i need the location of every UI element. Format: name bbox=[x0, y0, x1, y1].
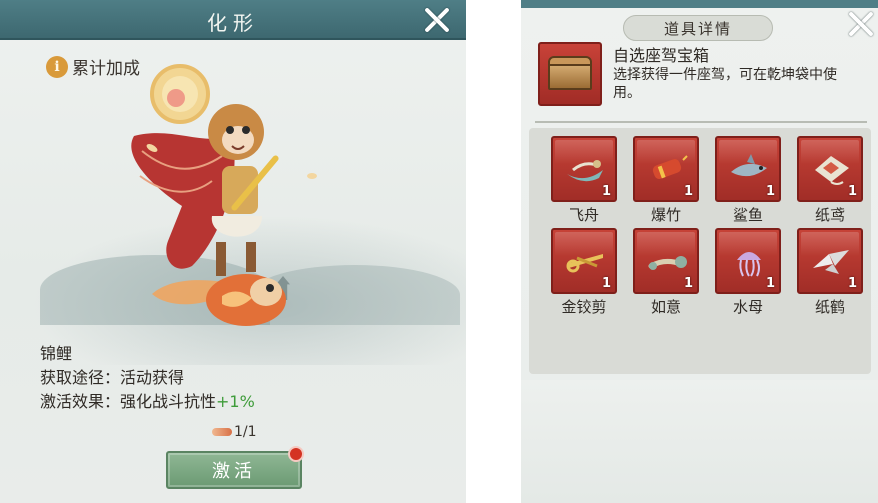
firecracker-icon bbox=[652, 155, 688, 179]
reward-option-label: 金铰剪 bbox=[561, 298, 607, 316]
reward-option-label: 爆竹 bbox=[650, 206, 681, 224]
item-quantity: 1 bbox=[847, 276, 857, 291]
item-quantity: 1 bbox=[683, 184, 693, 199]
monkey-king-on-koi-character bbox=[131, 64, 317, 326]
golden-scissors-icon bbox=[566, 254, 603, 273]
close-icon[interactable] bbox=[420, 4, 452, 36]
flying-boat-icon bbox=[567, 160, 603, 182]
reward-option-slot[interactable]: 1 爆竹 bbox=[625, 136, 707, 231]
panel-header: 化形 bbox=[0, 0, 466, 40]
panel-title: 化形 bbox=[207, 11, 259, 35]
item-quantity: 1 bbox=[847, 184, 857, 199]
close-icon[interactable] bbox=[844, 8, 876, 40]
reward-option-label: 水母 bbox=[732, 298, 763, 316]
kite-icon bbox=[815, 156, 849, 185]
fragment-count: 1/1 bbox=[212, 424, 257, 440]
reward-option-slot[interactable]: 1 飞舟 bbox=[543, 136, 625, 231]
reward-option-label: 飞舟 bbox=[568, 206, 599, 224]
reward-option-label: 如意 bbox=[650, 298, 681, 316]
treasure-chest-icon bbox=[538, 42, 602, 106]
divider bbox=[535, 121, 867, 123]
item-details-panel: 道具详情 自选座驾宝箱 选择获得一件座驾，可在乾坤袋中使用。 1 飞舟 1 爆竹… bbox=[521, 0, 878, 503]
item-name: 自选座驾宝箱 bbox=[613, 46, 710, 65]
reward-option-label: 鲨鱼 bbox=[732, 206, 763, 224]
reward-option-slot[interactable]: 1 水母 bbox=[707, 228, 789, 323]
reward-option-slot[interactable]: 1 如意 bbox=[625, 228, 707, 323]
activation-effect: 激活效果：强化战斗抗性+1% bbox=[40, 390, 255, 414]
shark-icon bbox=[731, 154, 767, 177]
panel-header-strip bbox=[521, 0, 878, 8]
reward-option-label: 纸鸢 bbox=[814, 206, 845, 224]
reward-option-slot[interactable]: 1 金铰剪 bbox=[543, 228, 625, 323]
transformation-panel: 化形 i 累计加成 锦鲤 获取途径：活动获得 激活效果：强化战斗抗性+1% 1/… bbox=[0, 0, 466, 503]
paper-crane-icon bbox=[813, 250, 849, 274]
acquisition-source: 获取途径：活动获得 bbox=[40, 368, 185, 387]
mount-name: 锦鲤 bbox=[40, 344, 73, 363]
item-details-title: 道具详情 bbox=[623, 15, 773, 41]
reward-option-slot[interactable]: 1 纸鸢 bbox=[789, 136, 871, 231]
panel-footer-background bbox=[521, 380, 878, 503]
item-description: 选择获得一件座驾，可在乾坤袋中使用。 bbox=[613, 67, 837, 101]
reward-options-grid: 1 飞舟 1 爆竹 1 鲨鱼 1 纸鸢 1 金铰剪 1 如意 1 水母 1 纸鹤 bbox=[529, 128, 871, 374]
reward-option-label: 纸鹤 bbox=[814, 298, 845, 316]
notification-dot bbox=[288, 446, 304, 462]
mount-info: 锦鲤 获取途径：活动获得 激活效果：强化战斗抗性+1% bbox=[40, 342, 255, 414]
activate-button[interactable]: 激活 bbox=[166, 451, 302, 489]
reward-option-slot[interactable]: 1 纸鹤 bbox=[789, 228, 871, 323]
item-quantity: 1 bbox=[683, 276, 693, 291]
koi-fragment-icon bbox=[212, 428, 232, 436]
info-icon: i bbox=[46, 55, 68, 78]
item-quantity: 1 bbox=[601, 184, 611, 199]
item-quantity: 1 bbox=[765, 276, 775, 291]
item-quantity: 1 bbox=[601, 276, 611, 291]
activation-effect-value: +1% bbox=[216, 392, 255, 411]
reward-option-slot[interactable]: 1 鲨鱼 bbox=[707, 136, 789, 231]
jellyfish-icon bbox=[737, 252, 761, 277]
activation-effect-label: 激活效果：强化战斗抗性 bbox=[40, 392, 217, 411]
item-quantity: 1 bbox=[765, 184, 775, 199]
fragment-count-value: 1/1 bbox=[234, 424, 257, 440]
ruyi-scepter-icon bbox=[648, 256, 687, 270]
